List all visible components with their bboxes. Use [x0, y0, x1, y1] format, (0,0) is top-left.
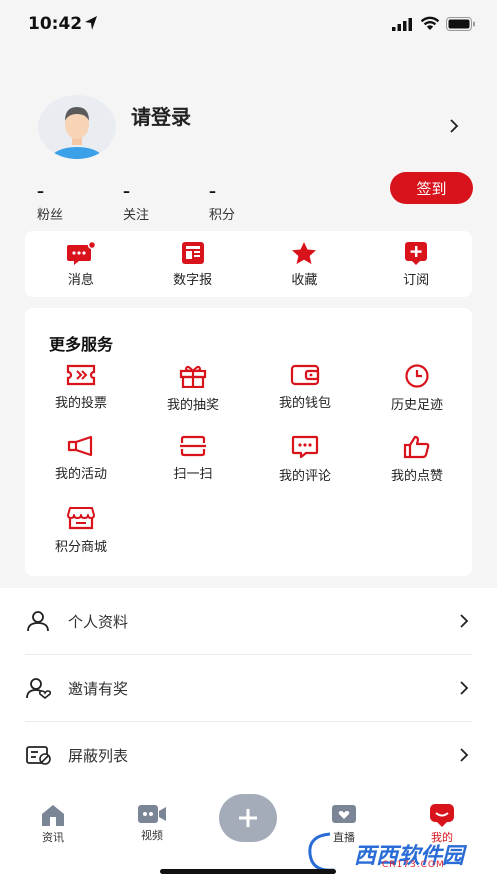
live-tv-icon — [332, 805, 356, 823]
services-grid: 我的投票 我的抽奖 我的钱包 历史足迹 我的活动 扫一扫 我的评论 我的点赞 积… — [25, 364, 472, 577]
video-icon — [138, 805, 166, 823]
plus-icon — [239, 809, 257, 827]
menu-row-block-list[interactable]: 屏蔽列表 — [0, 722, 497, 788]
stat-value: – — [37, 184, 44, 200]
stat-points[interactable]: – 积分 — [209, 184, 235, 223]
menu-row-invite[interactable]: 邀请有奖 — [0, 655, 497, 721]
star-icon — [292, 241, 317, 264]
publish-plus-button[interactable] — [219, 794, 277, 842]
newspaper-icon — [181, 241, 204, 264]
quick-item-newspaper[interactable]: 数字报 — [137, 231, 249, 297]
service-label: 我的投票 — [54, 396, 107, 411]
service-my-likes[interactable]: 我的点赞 — [361, 435, 473, 506]
cellular-signal-icon — [392, 18, 412, 31]
settings-list: 个人资料 邀请有奖 屏蔽列表 — [0, 588, 497, 789]
megaphone-icon — [67, 435, 93, 457]
quick-item-messages[interactable]: 消息 — [25, 231, 137, 297]
menu-row-profile[interactable]: 个人资料 — [0, 588, 497, 654]
gift-icon — [179, 365, 207, 388]
default-avatar-icon — [51, 107, 103, 159]
tab-label: 视频 — [141, 829, 163, 842]
service-points-mall[interactable]: 积分商城 — [25, 506, 137, 577]
signin-button[interactable]: 签到 — [390, 172, 473, 204]
wallet-icon — [290, 364, 320, 386]
service-my-comments[interactable]: 我的评论 — [249, 435, 361, 506]
chevron-right-icon[interactable] — [449, 119, 459, 133]
block-list-icon — [26, 746, 51, 765]
shop-icon — [67, 507, 95, 530]
chevron-right-icon — [460, 614, 469, 628]
me-icon — [430, 804, 454, 827]
stat-value: – — [123, 184, 130, 200]
invite-user-icon — [26, 678, 52, 699]
quick-actions-card: 消息 数字报 收藏 订阅 — [25, 231, 472, 297]
service-label: 我的评论 — [278, 469, 331, 484]
service-scan[interactable]: 扫一扫 — [137, 435, 249, 506]
service-label: 我的点赞 — [390, 469, 443, 484]
stat-fans[interactable]: – 粉丝 — [37, 184, 63, 223]
more-services-card: 更多服务 我的投票 我的抽奖 我的钱包 历史足迹 我的活动 扫一扫 我的评论 我… — [25, 308, 472, 576]
stat-following[interactable]: – 关注 — [123, 184, 149, 223]
avatar[interactable] — [38, 95, 116, 159]
menu-row-label: 屏蔽列表 — [68, 747, 129, 765]
service-label: 我的活动 — [54, 467, 107, 482]
wifi-icon — [420, 16, 440, 30]
login-prompt[interactable]: 请登录 — [131, 101, 191, 130]
location-arrow-icon — [85, 16, 97, 30]
service-label: 我的钱包 — [278, 396, 331, 411]
service-label: 积分商城 — [54, 540, 107, 555]
tab-news[interactable]: 资讯 — [23, 803, 83, 845]
quick-item-label: 数字报 — [173, 272, 213, 288]
tab-label: 资讯 — [42, 831, 64, 844]
quick-item-label: 收藏 — [291, 272, 318, 288]
quick-item-subscribe[interactable]: 订阅 — [360, 231, 472, 297]
quick-item-label: 消息 — [67, 272, 94, 288]
quick-item-label: 订阅 — [403, 272, 430, 288]
ticket-icon — [66, 364, 96, 386]
user-icon — [27, 611, 49, 632]
service-label: 扫一扫 — [173, 467, 213, 482]
thumbs-up-icon — [403, 435, 430, 459]
home-icon — [42, 805, 64, 826]
subscribe-icon — [405, 241, 428, 265]
service-history[interactable]: 历史足迹 — [361, 364, 473, 435]
menu-row-label: 个人资料 — [68, 613, 129, 631]
service-my-votes[interactable]: 我的投票 — [25, 364, 137, 435]
service-label: 我的抽奖 — [166, 398, 219, 413]
quick-item-favorites[interactable]: 收藏 — [249, 231, 361, 297]
stat-label: 关注 — [123, 208, 150, 223]
comment-icon — [291, 435, 319, 459]
stat-label: 积分 — [209, 208, 236, 223]
chevron-right-icon — [460, 748, 469, 762]
service-my-activities[interactable]: 我的活动 — [25, 435, 137, 506]
watermark-subtext: CR173.COM — [382, 860, 445, 870]
message-icon — [66, 240, 96, 265]
clock-icon — [405, 364, 429, 388]
menu-row-label: 邀请有奖 — [68, 680, 129, 698]
section-title: 更多服务 — [49, 335, 114, 354]
stat-value: – — [209, 184, 216, 200]
tab-video[interactable]: 视频 — [122, 803, 182, 843]
chevron-right-icon — [460, 681, 469, 695]
status-time: 10:42 — [28, 14, 83, 34]
battery-icon — [446, 17, 475, 31]
service-my-lottery[interactable]: 我的抽奖 — [137, 364, 249, 435]
home-indicator — [160, 869, 336, 874]
stat-label: 粉丝 — [37, 208, 64, 223]
service-label: 历史足迹 — [390, 398, 443, 413]
scan-icon — [180, 435, 206, 457]
status-bar: 10:42 — [0, 0, 497, 50]
service-my-wallet[interactable]: 我的钱包 — [249, 364, 361, 435]
